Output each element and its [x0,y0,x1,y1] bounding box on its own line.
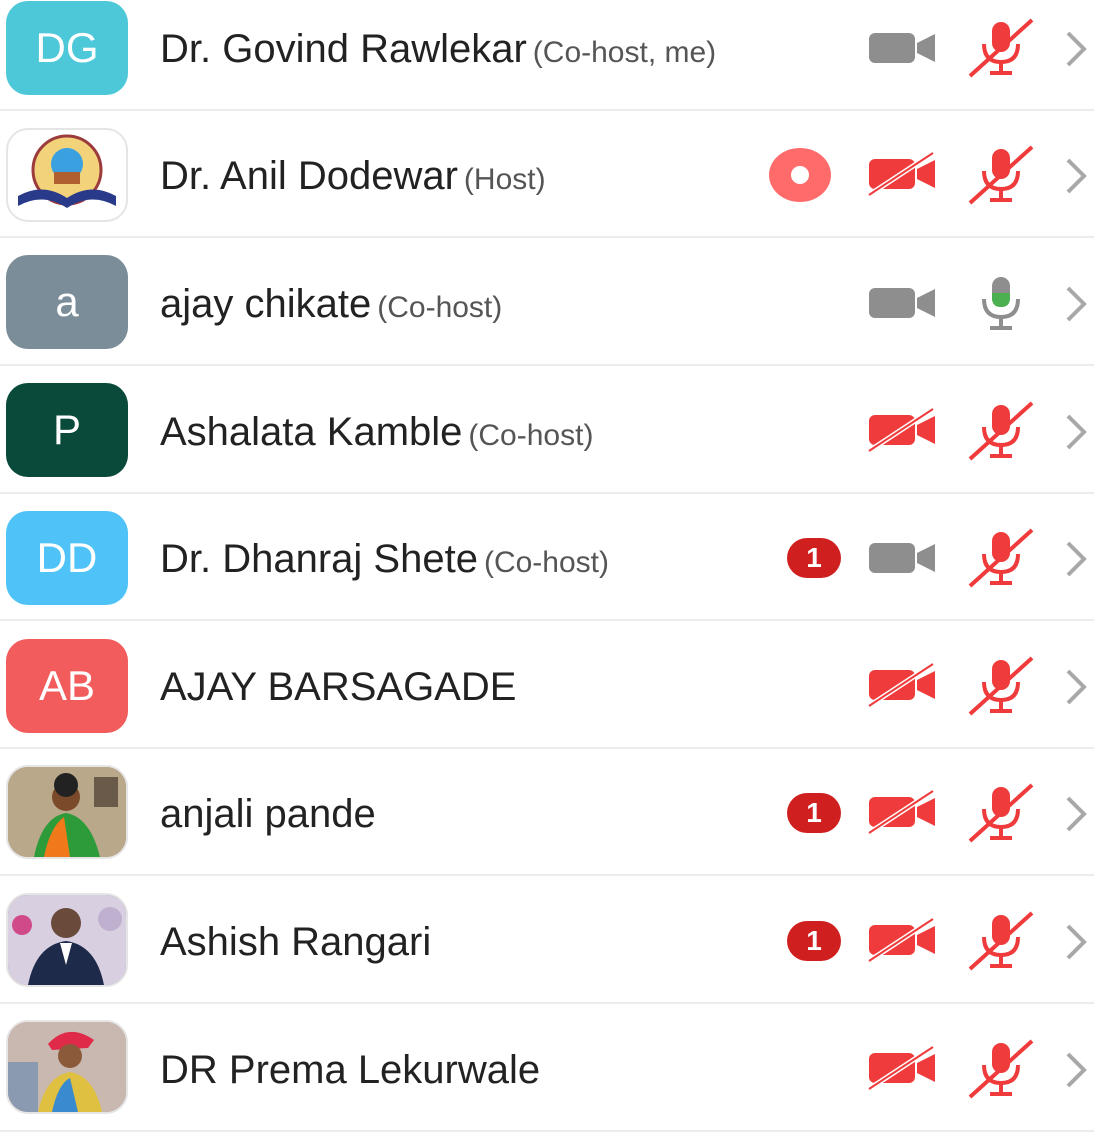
unread-badge: 1 [787,793,841,833]
chevron-right-icon[interactable] [1062,539,1090,579]
avatar: AB [6,639,128,733]
participant-name: Dr. Dhanraj Shete (Co-host) [160,539,609,579]
participant-name-text: DR Prema Lekurwale [160,1048,541,1092]
participant-name: anjali pande [160,794,382,834]
microphone-icon[interactable] [966,1039,1036,1099]
chevron-right-icon[interactable] [1062,29,1090,69]
participant-name-text: ajay chikate [160,282,372,326]
participant-role: (Co-host) [377,291,503,324]
chevron-right-icon[interactable] [1062,412,1090,452]
avatar-initials: AB [38,662,96,709]
participant-row[interactable]: AB AJAY BARSAGADE [0,622,1094,749]
participants-list: DG Dr. Govind Rawlekar (Co-host, me) Dr. … [0,0,1094,1132]
profile-photo-icon [8,895,126,985]
avatar-initials: DD [36,534,98,581]
participant-row[interactable]: DD Dr. Dhanraj Shete (Co-host) 1 [0,494,1094,621]
participant-row[interactable]: Dr. Anil Dodewar (Host) [0,111,1094,238]
video-camera-icon[interactable] [867,541,939,575]
microphone-icon[interactable] [966,273,1036,333]
avatar-photo [6,1020,128,1114]
video-camera-icon[interactable] [867,286,939,320]
participant-role: (Co-host) [468,419,594,452]
profile-photo-icon [8,1022,126,1112]
microphone-icon[interactable] [966,18,1036,78]
chevron-right-icon[interactable] [1062,667,1090,707]
microphone-icon[interactable] [966,145,1036,205]
participant-name: Ashish Rangari [160,922,437,962]
avatar-initials: a [55,278,79,325]
chevron-right-icon[interactable] [1062,1050,1090,1090]
participant-role: (Host) [463,163,546,196]
chevron-right-icon[interactable] [1062,794,1090,834]
avatar-logo [6,128,128,222]
participant-name: Dr. Govind Rawlekar (Co-host, me) [160,29,716,69]
microphone-icon[interactable] [966,783,1036,843]
participant-name-text: Dr. Anil Dodewar [160,154,458,198]
participant-role: (Co-host, me) [532,36,717,69]
participant-name: ajay chikate (Co-host) [160,284,502,324]
avatar-initials: P [52,406,81,453]
avatar: P [6,383,128,477]
participant-name-text: AJAY BARSAGADE [160,665,517,709]
video-camera-icon[interactable] [867,31,939,65]
unread-badge: 1 [787,921,841,961]
avatar-initials: DG [35,24,99,71]
participant-name: Dr. Anil Dodewar (Host) [160,156,546,196]
video-camera-icon[interactable] [867,789,939,835]
video-camera-icon[interactable] [867,151,939,197]
participant-row[interactable]: P Ashalata Kamble (Co-host) [0,367,1094,494]
avatar: DG [6,1,128,95]
avatar-photo [6,765,128,859]
chevron-right-icon[interactable] [1062,284,1090,324]
video-camera-icon[interactable] [867,662,939,708]
video-camera-icon[interactable] [867,1045,939,1091]
participant-row[interactable]: DG Dr. Govind Rawlekar (Co-host, me) [0,0,1094,111]
participant-name-text: Ashish Rangari [160,920,432,964]
chevron-right-icon[interactable] [1062,922,1090,962]
institution-logo-icon [18,134,116,208]
participant-row[interactable]: Ashish Rangari 1 [0,877,1094,1004]
participant-name: DR Prema Lekurwale [160,1050,546,1090]
profile-photo-icon [8,767,126,857]
microphone-icon[interactable] [966,401,1036,461]
chevron-right-icon[interactable] [1062,156,1090,196]
participant-name: Ashalata Kamble (Co-host) [160,412,593,452]
participant-name-text: Dr. Dhanraj Shete [160,537,478,581]
avatar: a [6,255,128,349]
video-camera-icon[interactable] [867,917,939,963]
participant-name-text: Dr. Govind Rawlekar [160,27,527,71]
participant-name-text: anjali pande [160,792,376,836]
unread-badge: 1 [787,538,841,578]
avatar: DD [6,511,128,605]
participant-role: (Co-host) [483,546,609,579]
video-camera-icon[interactable] [867,407,939,453]
microphone-icon[interactable] [966,656,1036,716]
participant-row[interactable]: a ajay chikate (Co-host) [0,239,1094,366]
participant-row[interactable]: anjali pande 1 [0,749,1094,876]
recording-icon [769,148,831,202]
participant-name: AJAY BARSAGADE [160,667,522,707]
microphone-icon[interactable] [966,911,1036,971]
microphone-icon[interactable] [966,528,1036,588]
avatar-photo [6,893,128,987]
participant-name-text: Ashalata Kamble [160,410,463,454]
